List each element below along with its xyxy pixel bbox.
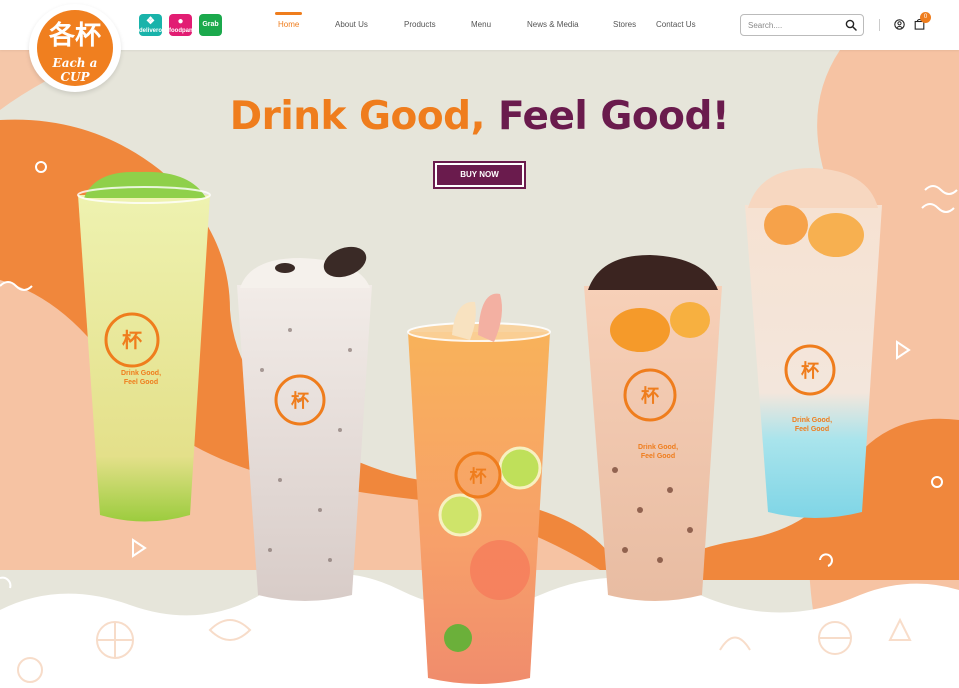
active-nav-indicator <box>275 12 302 15</box>
foodpanda-link[interactable]: ● foodpanda <box>169 14 200 36</box>
grab-label: Grab <box>202 21 219 28</box>
grab-link[interactable]: Grab <box>199 14 222 36</box>
foodpanda-panda-icon: ● <box>177 16 184 27</box>
deliveroo-kangaroo-icon: ❖ <box>146 16 155 27</box>
search-icon[interactable] <box>845 19 857 31</box>
headline-part-1: Drink Good, <box>229 94 486 139</box>
cup-milk-tea: 杯 <box>584 255 722 601</box>
hero-banner: Drink Good, Feel Good! BUY NOW 杯 杯 杯 杯 杯… <box>0 50 959 688</box>
search-box <box>740 14 864 36</box>
svg-text:杯: 杯 <box>122 328 142 352</box>
logo-glyph: 各杯 <box>48 21 101 51</box>
svg-text:杯: 杯 <box>641 385 660 407</box>
search-input[interactable] <box>748 18 844 32</box>
nav-news-media[interactable]: News & Media <box>527 20 579 29</box>
cup1-slogan-line1: Drink Good, <box>121 370 161 377</box>
cup-fruit-tea: 杯 <box>407 293 551 684</box>
nav-home[interactable]: Home <box>278 20 299 29</box>
cup5-slogan-line1: Drink Good, <box>792 417 832 424</box>
svg-text:杯: 杯 <box>291 390 310 412</box>
nav-stores[interactable]: Stores <box>613 20 636 29</box>
nav-about-us[interactable]: About Us <box>335 20 368 29</box>
logo-text: Each a CUP <box>52 56 98 84</box>
brand-logo[interactable]: 各杯 Each a CUP <box>29 4 121 92</box>
nav-menu[interactable]: Menu <box>471 20 491 29</box>
hero-headline: Drink Good, Feel Good! <box>0 94 959 139</box>
cup5-slogan-line2: Feel Good <box>795 426 829 433</box>
cup-green-tea: 杯 <box>77 171 211 522</box>
account-icon[interactable] <box>894 19 905 30</box>
cart-count-badge: 0 <box>920 12 931 23</box>
svg-text:杯: 杯 <box>801 360 820 382</box>
cup-blue-jelly: 杯 <box>745 168 882 518</box>
nav-products[interactable]: Products <box>404 20 436 29</box>
site-header: ❖ deliveroo ● foodpanda Grab Home About … <box>0 0 959 50</box>
cup1-slogan-line2: Feel Good <box>124 379 158 386</box>
deliveroo-link[interactable]: ❖ deliveroo <box>139 14 166 36</box>
cup4-slogan-line1: Drink Good, <box>638 444 678 451</box>
cup4-slogan-line2: Feel Good <box>641 453 675 460</box>
buy-now-button[interactable]: BUY NOW <box>433 161 526 189</box>
nav-contact-us[interactable]: Contact Us <box>656 20 696 29</box>
drink-cups: 杯 杯 杯 杯 杯 Drink Good, Feel Good Drink Go… <box>77 168 882 684</box>
cup-oreo-milk: 杯 <box>237 246 372 601</box>
svg-text:杯: 杯 <box>470 466 487 487</box>
headline-part-2: Feel Good! <box>497 94 730 139</box>
header-divider <box>879 19 880 31</box>
logo-badge: 各杯 Each a CUP <box>37 10 113 86</box>
